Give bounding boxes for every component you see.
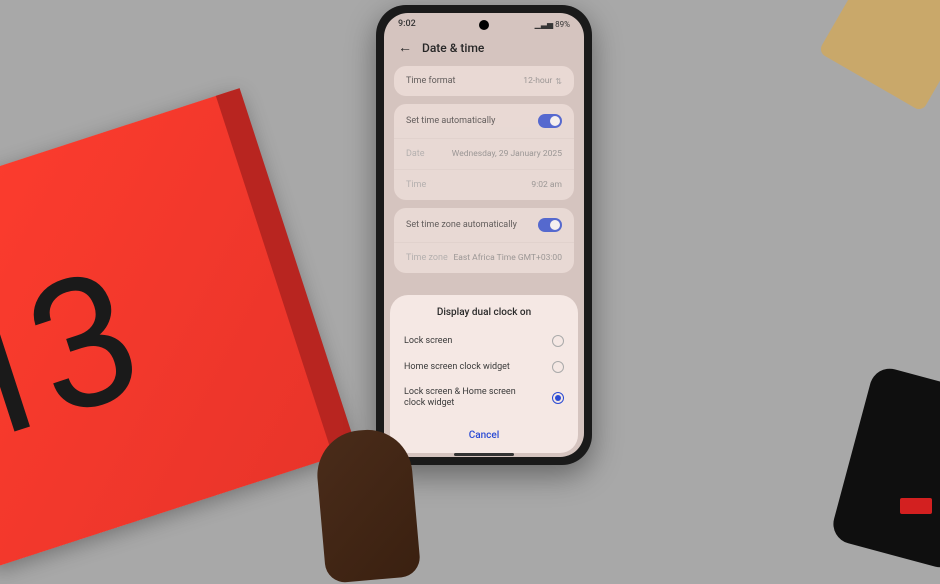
background-object-dark bbox=[829, 364, 940, 572]
battery-text: 89% bbox=[555, 20, 570, 29]
date-value: Wednesday, 29 January 2025 bbox=[452, 149, 562, 159]
option-label: Lock screen bbox=[404, 336, 452, 347]
time-value: 9:02 am bbox=[531, 180, 562, 190]
phone-frame: 9:02 ▁▃▅ 89% ← Date & time Time format 1… bbox=[376, 5, 592, 465]
sheet-title: Display dual clock on bbox=[404, 307, 564, 318]
option-both[interactable]: Lock screen & Home screen clock widget bbox=[404, 380, 564, 416]
auto-timezone-row[interactable]: Set time zone automatically bbox=[394, 208, 574, 242]
time-format-card: Time format 12-hour ⇅ bbox=[394, 66, 574, 96]
time-format-label: Time format bbox=[406, 76, 456, 86]
auto-time-card: Set time automatically Date Wednesday, 2… bbox=[394, 104, 574, 200]
time-label: Time bbox=[406, 180, 426, 190]
timezone-row: Time zone East Africa Time GMT+03:00 bbox=[394, 242, 574, 273]
background-object-wood bbox=[818, 0, 940, 112]
auto-timezone-card: Set time zone automatically Time zone Ea… bbox=[394, 208, 574, 273]
option-label: Lock screen & Home screen clock widget bbox=[404, 387, 534, 409]
time-row: Time 9:02 am bbox=[394, 169, 574, 200]
camera-notch bbox=[479, 20, 489, 30]
back-icon[interactable]: ← bbox=[398, 39, 412, 56]
navigation-handle[interactable] bbox=[454, 453, 514, 456]
radio-icon bbox=[552, 335, 564, 347]
finger bbox=[314, 426, 422, 584]
status-icons: ▁▃▅ 89% bbox=[535, 20, 570, 29]
chevron-updown-icon: ⇅ bbox=[555, 77, 562, 86]
date-row: Date Wednesday, 29 January 2025 bbox=[394, 138, 574, 169]
option-label: Home screen clock widget bbox=[404, 362, 510, 373]
auto-timezone-label: Set time zone automatically bbox=[406, 220, 517, 230]
page-title: Date & time bbox=[422, 41, 484, 55]
dual-clock-sheet: Display dual clock on Lock screen Home s… bbox=[390, 295, 578, 453]
timezone-value: East Africa Time GMT+03:00 bbox=[453, 253, 562, 263]
auto-time-toggle[interactable] bbox=[538, 114, 562, 128]
background-product-box: 13 bbox=[0, 91, 349, 570]
box-edge bbox=[216, 88, 357, 457]
radio-icon bbox=[552, 361, 564, 373]
timezone-label: Time zone bbox=[406, 253, 448, 263]
signal-icon: ▁▃▅ bbox=[535, 20, 553, 29]
auto-time-label: Set time automatically bbox=[406, 116, 495, 126]
auto-time-row[interactable]: Set time automatically bbox=[394, 104, 574, 138]
date-label: Date bbox=[406, 149, 425, 159]
time-format-value: 12-hour ⇅ bbox=[523, 76, 562, 86]
status-time: 9:02 bbox=[398, 19, 416, 29]
settings-list: Time format 12-hour ⇅ Set time automatic… bbox=[384, 66, 584, 273]
time-format-row[interactable]: Time format 12-hour ⇅ bbox=[394, 66, 574, 96]
watermark-label bbox=[900, 498, 932, 514]
box-number-text: 13 bbox=[0, 231, 156, 488]
radio-icon-selected bbox=[552, 392, 564, 404]
cancel-button[interactable]: Cancel bbox=[404, 420, 564, 445]
option-home-widget[interactable]: Home screen clock widget bbox=[404, 354, 564, 380]
auto-timezone-toggle[interactable] bbox=[538, 218, 562, 232]
app-header: ← Date & time bbox=[384, 31, 584, 66]
option-lock-screen[interactable]: Lock screen bbox=[404, 328, 564, 354]
phone-screen: 9:02 ▁▃▅ 89% ← Date & time Time format 1… bbox=[384, 13, 584, 457]
